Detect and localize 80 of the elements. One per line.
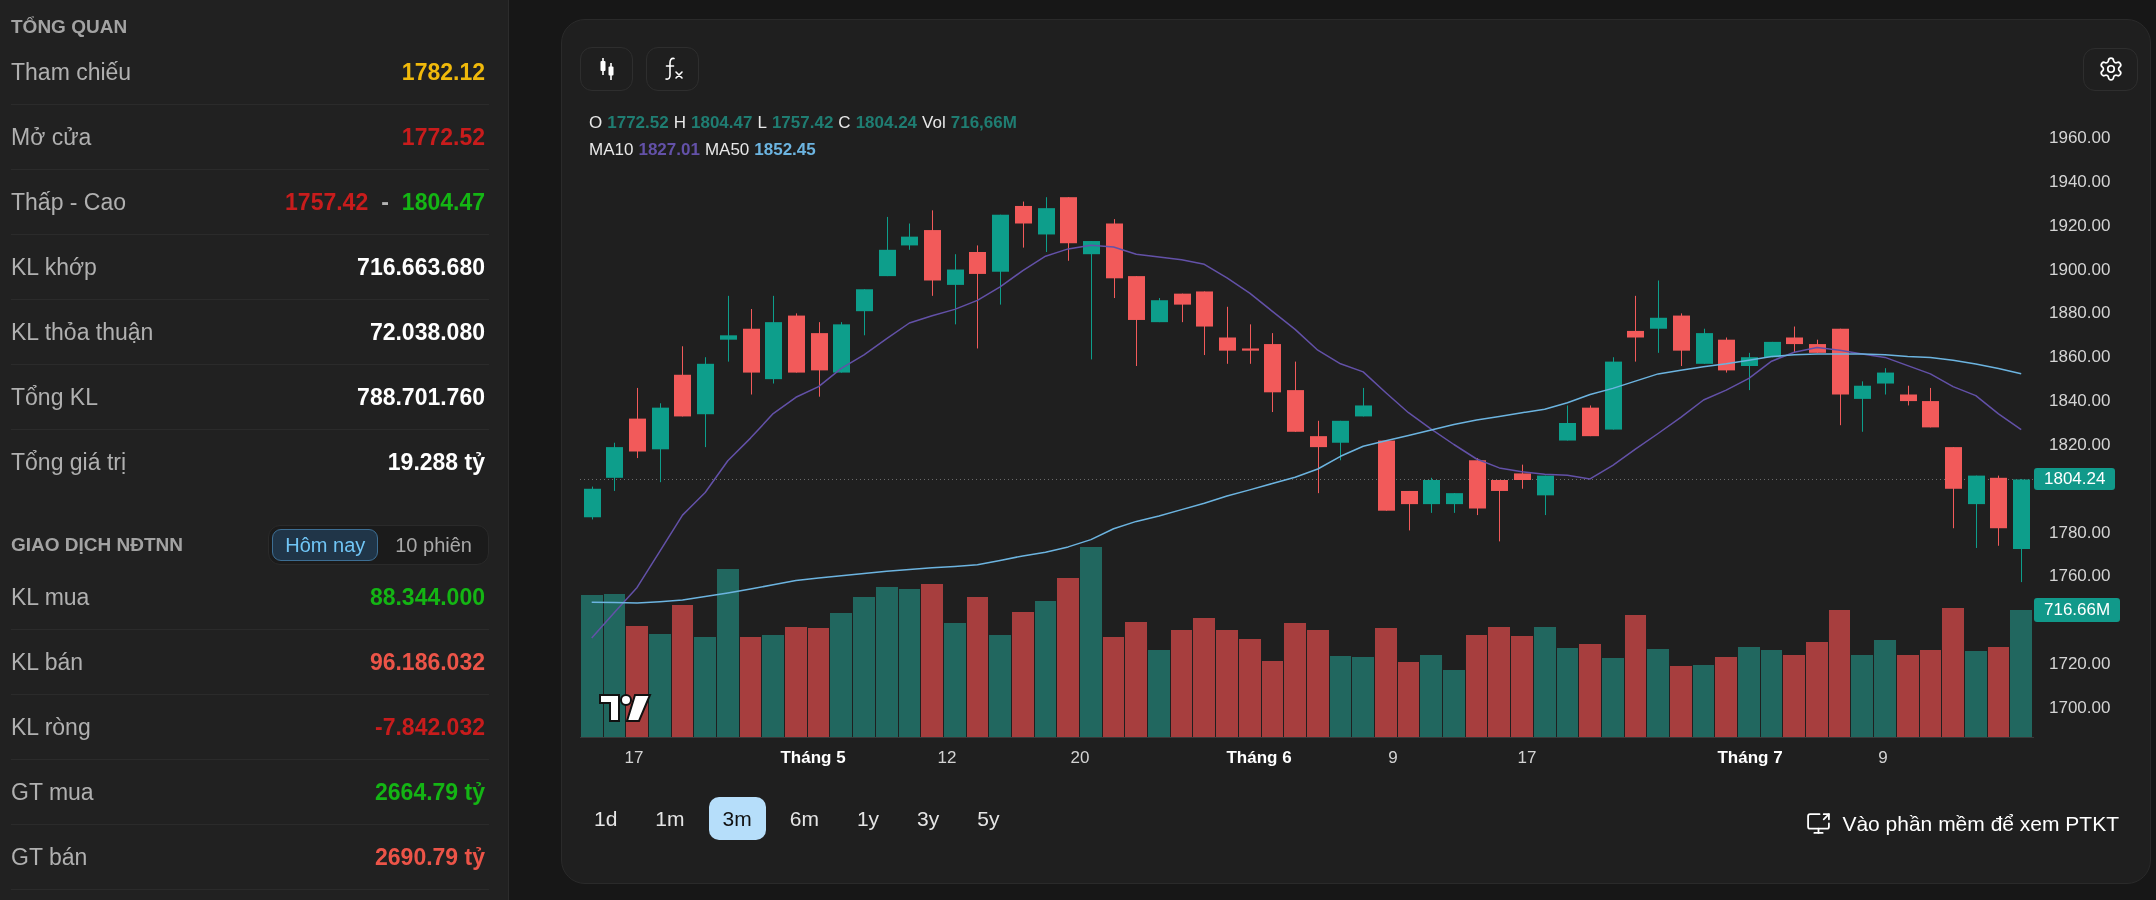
chart-type-button[interactable]	[580, 47, 633, 91]
legend-value: 1804.24	[855, 112, 918, 134]
stat-value: 1757.42	[285, 187, 369, 217]
stat-label: Mở cửa	[11, 122, 92, 152]
stat-label: KL thỏa thuận	[11, 317, 154, 347]
price-axis-label: 1880.00	[2049, 302, 2111, 325]
time-axis-label: Tháng 7	[1717, 747, 1783, 769]
legend-label: MA10	[589, 139, 634, 161]
section-title: GIAO DỊCH NĐTNN	[11, 532, 184, 557]
price-axis-label: 1780.00	[2049, 521, 2111, 544]
legend-label: O	[589, 112, 603, 134]
stat-value: 19.288 tỷ	[387, 448, 485, 478]
price-axis-label: 1720.00	[2049, 653, 2111, 676]
range-button[interactable]: 1d	[580, 797, 632, 840]
range-button[interactable]: 5y	[963, 797, 1014, 840]
stat-value: 88.344.000	[369, 582, 485, 612]
legend-value: 1852.45	[754, 139, 816, 161]
time-axis-label: 20	[1070, 747, 1090, 769]
range-button[interactable]: 1m	[641, 797, 699, 840]
price-axis-label: 1820.00	[2049, 433, 2111, 456]
chart-logo	[599, 694, 652, 722]
last-price-tag: 1804.24	[2034, 468, 2116, 491]
stat-label: Tổng KL	[11, 382, 98, 412]
indicators-button[interactable]	[646, 47, 699, 91]
legend-label: H	[673, 112, 686, 134]
legend-value: 1772.52	[607, 112, 669, 134]
legend-label: Vol	[922, 112, 946, 134]
legend-label: L	[757, 112, 767, 134]
stat-value: 788.701.760	[357, 382, 485, 412]
time-axis-label: 12	[937, 747, 957, 769]
stat-value: 2664.79 tỷ	[375, 777, 485, 807]
range-separator: -	[381, 187, 389, 217]
range-button[interactable]: 6m	[775, 797, 833, 840]
time-axis-label: 17	[1517, 747, 1537, 769]
stat-value: 72.038.080	[369, 317, 485, 347]
legend-value: 1757.42	[771, 112, 834, 134]
volume-tag: 716.66M	[2034, 598, 2121, 622]
price-axis-label: 1760.00	[2049, 565, 2111, 588]
range-button[interactable]: 3y	[903, 797, 954, 840]
range-button[interactable]: 1y	[842, 797, 894, 840]
stat-label: KL mua	[11, 582, 90, 612]
time-axis-label: Tháng 6	[1226, 747, 1292, 769]
time-axis-label: 17	[624, 747, 644, 769]
stat-value: 2690.79 tỷ	[375, 842, 485, 872]
period-tab[interactable]: 10 phiên	[382, 529, 485, 561]
stat-value: 96.186.032	[369, 647, 485, 677]
time-axis-label: 9	[1388, 747, 1398, 769]
time-axis-label: Tháng 5	[780, 747, 846, 769]
legend-value: 716,66M	[950, 112, 1017, 134]
stat-label: GT mua	[11, 777, 94, 807]
settings-button[interactable]	[2083, 47, 2138, 91]
price-axis-label: 1920.00	[2049, 214, 2111, 237]
stat-label: GT bán	[11, 842, 88, 872]
stat-label: KL bán	[11, 647, 84, 677]
legend-label: C	[838, 112, 851, 134]
stat-value: 1804.47	[401, 187, 485, 217]
price-axis-label: 1860.00	[2049, 346, 2111, 369]
stat-value: 1772.52	[401, 122, 485, 152]
stat-label: Tham chiếu	[11, 57, 132, 87]
stat-value: -7.842.032	[375, 712, 485, 742]
stat-value: 716.663.680	[357, 252, 485, 282]
section-title: TỔNG QUAN	[11, 16, 128, 37]
price-axis-label: 1840.00	[2049, 390, 2111, 413]
period-tab[interactable]: Hôm nay	[272, 529, 379, 561]
stat-label: Thấp - Cao	[11, 187, 127, 217]
price-axis-label: 1960.00	[2049, 127, 2111, 149]
legend-value: 1827.01	[638, 139, 700, 161]
stat-value: 1782.12	[401, 57, 485, 87]
settings-icon	[2097, 56, 2124, 82]
stat-label: KL khớp	[11, 252, 97, 282]
desktop-app-link[interactable]: Vào phần mềm để xem PTKT	[1806, 807, 2119, 840]
price-axis-label: 1940.00	[2049, 170, 2111, 193]
time-axis-label: 9	[1878, 747, 1888, 769]
price-axis-label: 1700.00	[2049, 697, 2111, 719]
legend-label: MA50	[704, 139, 750, 161]
range-button[interactable]: 3m	[708, 797, 766, 840]
legend-value: 1804.47	[690, 112, 753, 134]
stat-label: KL ròng	[11, 712, 91, 742]
price-axis-label: 1900.00	[2049, 258, 2111, 281]
stat-label: Tổng giá trị	[11, 448, 127, 478]
